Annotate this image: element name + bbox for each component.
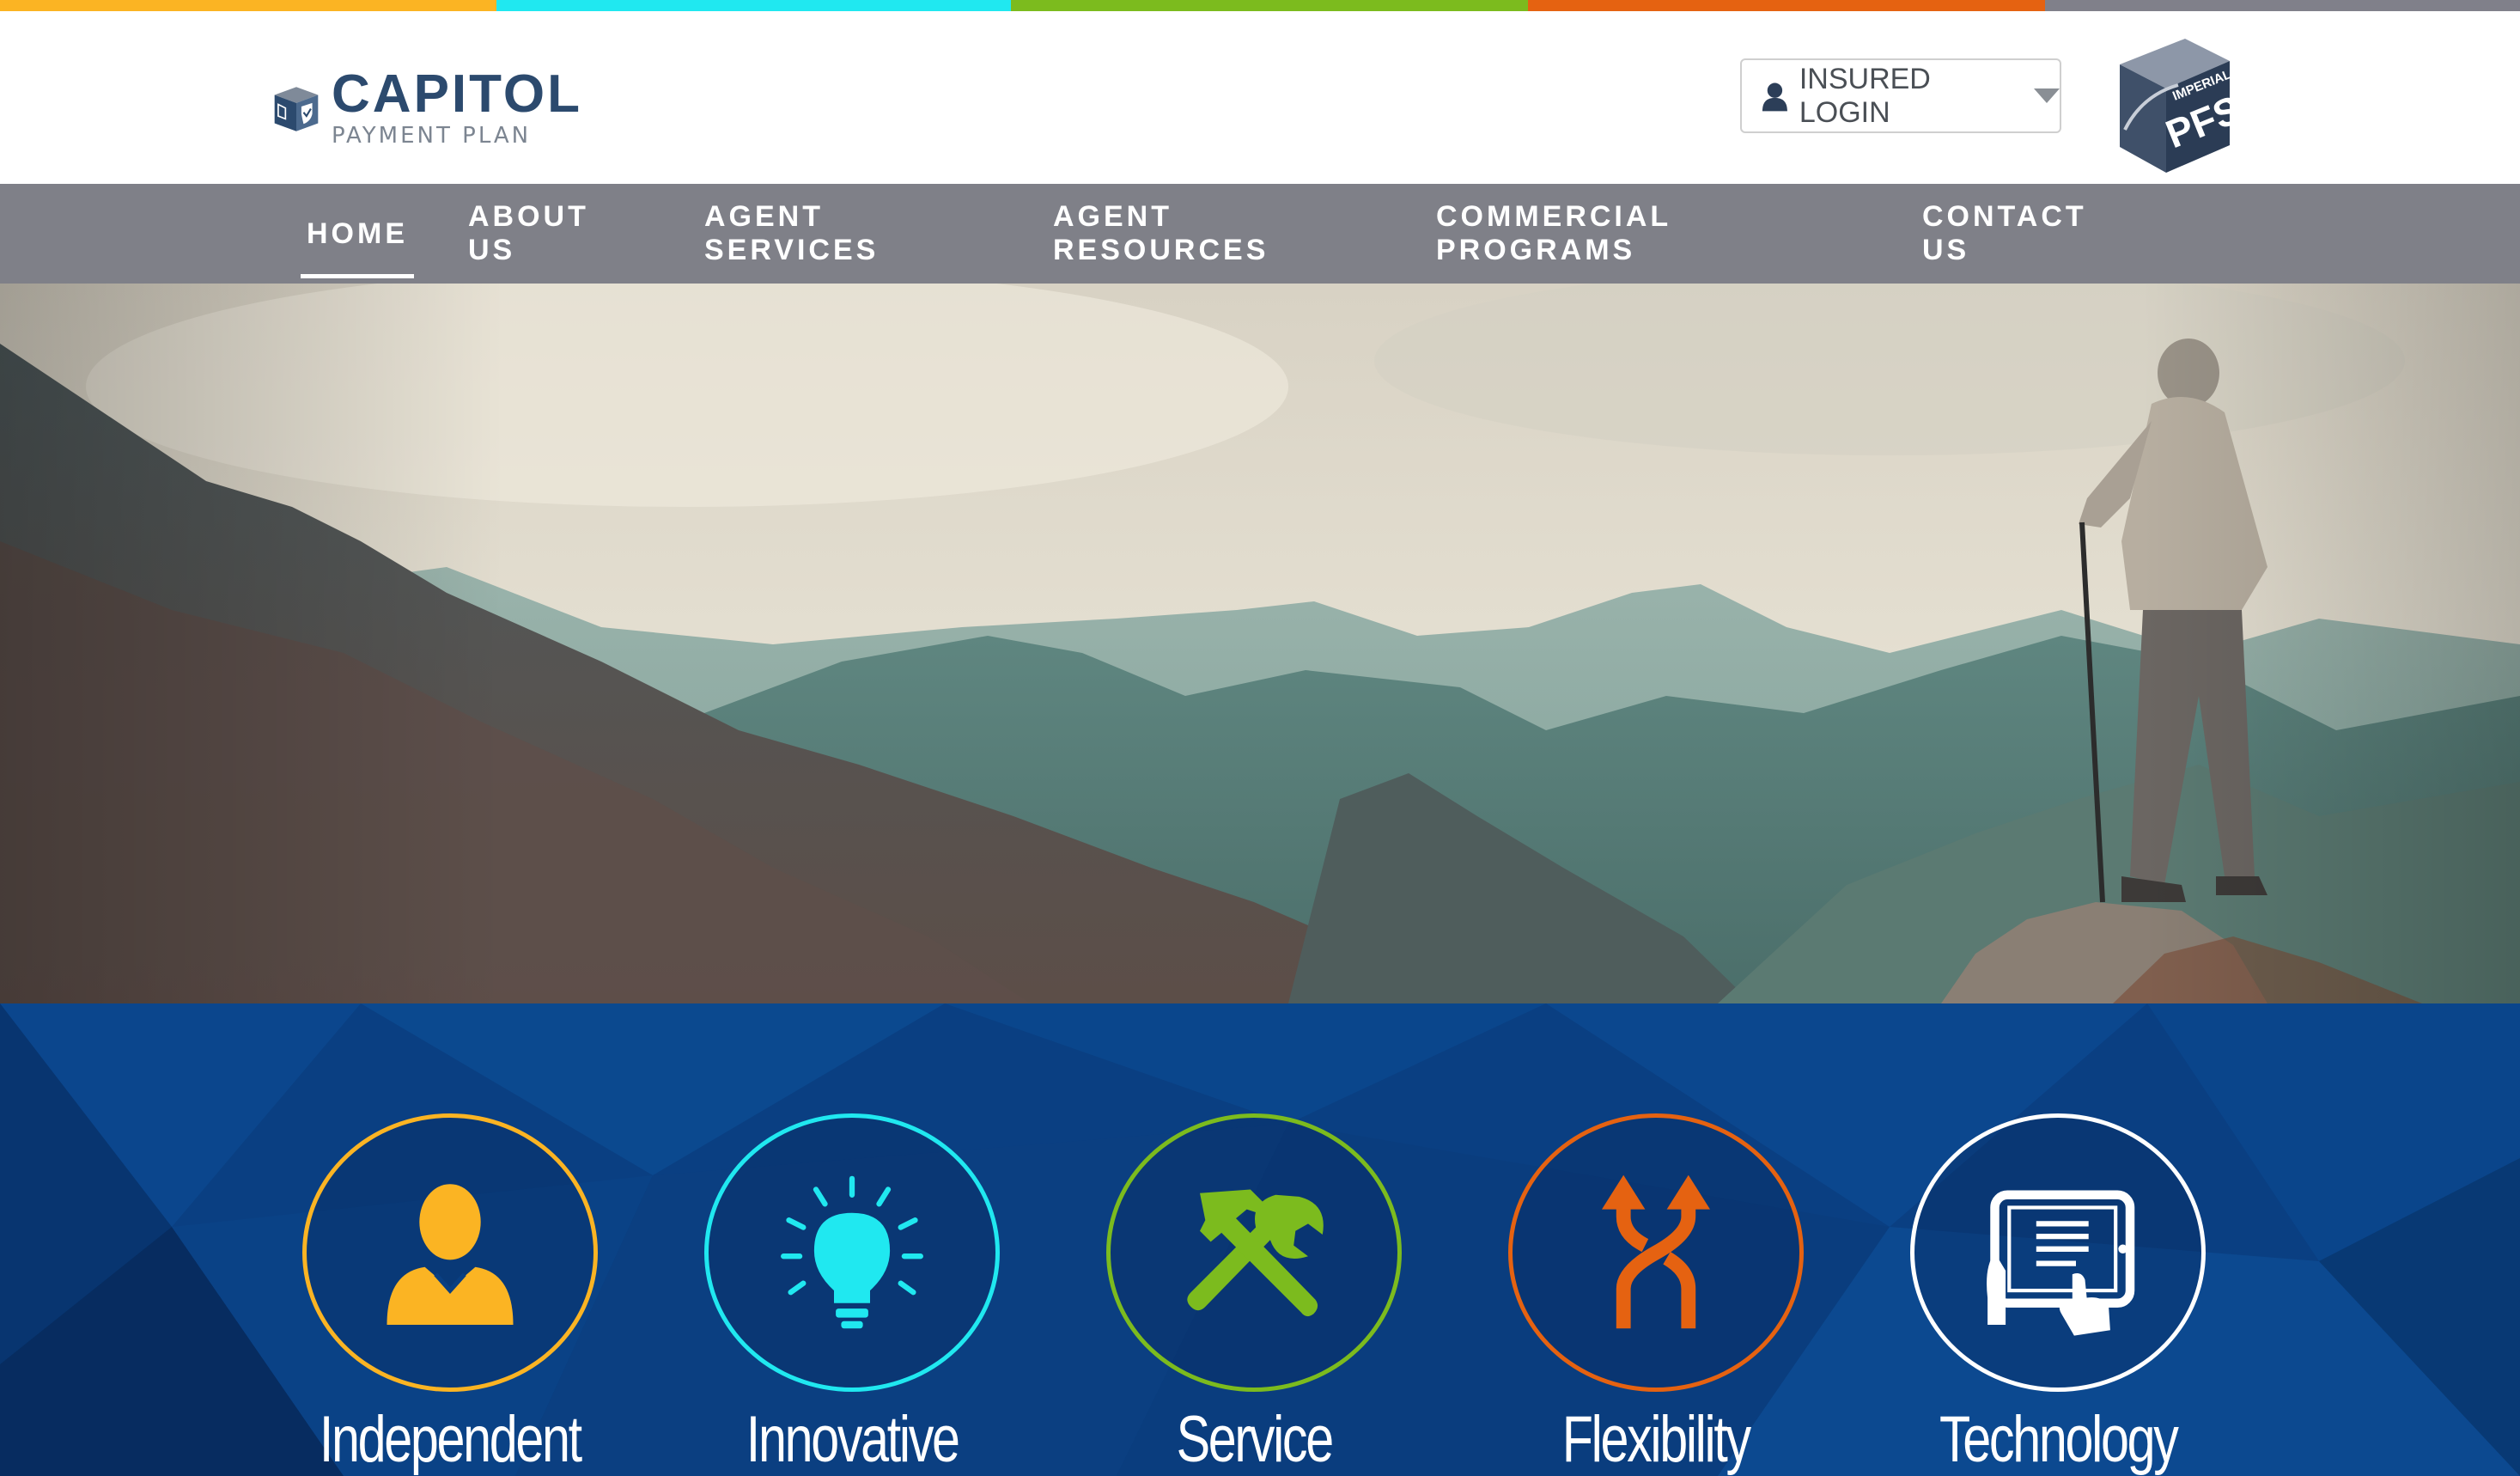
feature-flexibility[interactable]: Flexibility xyxy=(1508,1113,1804,1476)
feature-label-technology: Technology xyxy=(1939,1403,2179,1476)
capitol-logo[interactable]: CAPITOL PAYMENT PLAN xyxy=(273,49,582,169)
stripe-green xyxy=(1011,0,1528,11)
hero-banner xyxy=(0,284,2520,1003)
feature-label-independent: Independent xyxy=(320,1403,582,1476)
features-section: Independent Innovative Service Flexibili… xyxy=(0,1003,2520,1476)
feature-ring-innovative xyxy=(704,1113,1000,1392)
insured-login-button[interactable]: INSURED LOGIN xyxy=(1740,58,2061,133)
site-header: CAPITOL PAYMENT PLAN INSURED LOGIN IMPER… xyxy=(0,11,2520,184)
tools-icon xyxy=(1187,1189,1324,1317)
nav-agent-services[interactable]: AGENT SERVICES xyxy=(704,184,993,284)
logo-subtitle: PAYMENT PLAN xyxy=(332,123,532,149)
nav-home[interactable]: HOME xyxy=(301,184,414,284)
nav-agent-resources[interactable]: AGENT RESOURCES xyxy=(1053,184,1376,284)
feature-technology[interactable]: Technology xyxy=(1910,1113,2206,1476)
feature-label-service: Service xyxy=(1176,1403,1334,1476)
tablet-touch-icon xyxy=(1987,1190,2135,1336)
feature-service[interactable]: Service xyxy=(1106,1113,1402,1476)
feature-ring-technology xyxy=(1910,1113,2206,1392)
imperial-pfs-logo[interactable]: IMPERIAL PFS xyxy=(2108,35,2237,176)
stripe-cyan xyxy=(496,0,1011,11)
feature-ring-service xyxy=(1106,1113,1402,1392)
nav-contact-us[interactable]: CONTACT US xyxy=(1922,184,2142,284)
chevron-down-icon xyxy=(2034,88,2060,103)
feature-innovative[interactable]: Innovative xyxy=(704,1113,1000,1476)
lightbulb-icon xyxy=(781,1175,923,1329)
mountain-hiker-image xyxy=(0,284,2520,1003)
stripe-yellow xyxy=(0,0,496,11)
feature-independent[interactable]: Independent xyxy=(302,1113,598,1476)
nav-commercial-programs[interactable]: COMMERCIAL PROGRAMS xyxy=(1436,184,1862,284)
main-nav: HOME ABOUT US AGENT SERVICES AGENT RESOU… xyxy=(0,184,2520,284)
stripe-gray xyxy=(2045,0,2520,11)
feature-ring-independent xyxy=(302,1113,598,1392)
cube-shield-icon xyxy=(274,87,319,131)
top-color-stripe xyxy=(0,0,2520,11)
insured-login-label: INSURED LOGIN xyxy=(1799,62,1931,129)
person-icon xyxy=(387,1184,514,1325)
feature-label-innovative: Innovative xyxy=(746,1403,960,1476)
logo-title: CAPITOL xyxy=(332,64,582,124)
stripe-orange xyxy=(1528,0,2045,11)
merge-arrows-icon xyxy=(1602,1174,1710,1329)
feature-label-flexibility: Flexibility xyxy=(1561,1403,1751,1476)
user-icon xyxy=(1762,82,1787,111)
nav-about-us[interactable]: ABOUT US xyxy=(468,184,645,284)
feature-ring-flexibility xyxy=(1508,1113,1804,1392)
